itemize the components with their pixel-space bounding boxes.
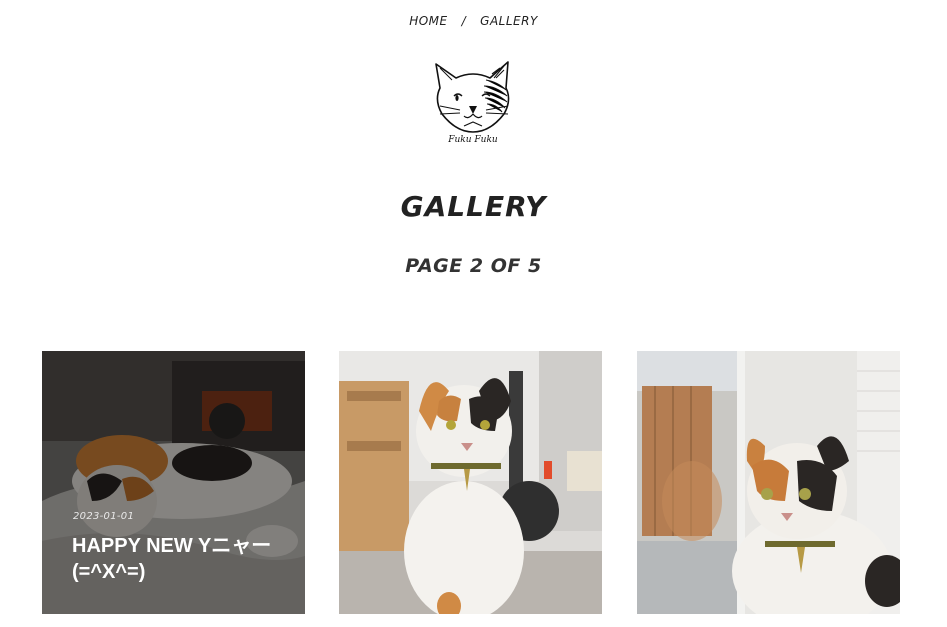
svg-text:Fuku Fuku: Fuku Fuku	[447, 135, 498, 145]
calico-cat-sitting-photo	[339, 351, 602, 614]
card-date: 2023-01-01	[73, 511, 135, 522]
gallery-card[interactable]	[637, 351, 900, 614]
breadcrumb-current: GALLERY	[480, 14, 538, 28]
gallery-card[interactable]	[339, 351, 602, 614]
site-logo[interactable]: Fuku Fuku	[430, 56, 516, 146]
gallery-page: HOME / GALLERY Fuku Fuku GALLERY PAGE 2 …	[0, 0, 947, 627]
calico-cat-window-photo	[637, 351, 900, 614]
gallery-card[interactable]: 2023-01-01 HAPPY NEW Yニャー (=^X^=)	[42, 351, 305, 614]
page-title: GALLERY	[400, 190, 547, 223]
breadcrumb: HOME / GALLERY	[0, 14, 947, 28]
cat-face-logo-icon: Fuku Fuku	[435, 61, 510, 145]
breadcrumb-home-link[interactable]: HOME	[409, 14, 447, 28]
card-title[interactable]: HAPPY NEW Yニャー (=^X^=)	[72, 533, 282, 585]
pagination-indicator: PAGE 2 OF 5	[405, 255, 542, 277]
breadcrumb-separator: /	[461, 14, 467, 28]
